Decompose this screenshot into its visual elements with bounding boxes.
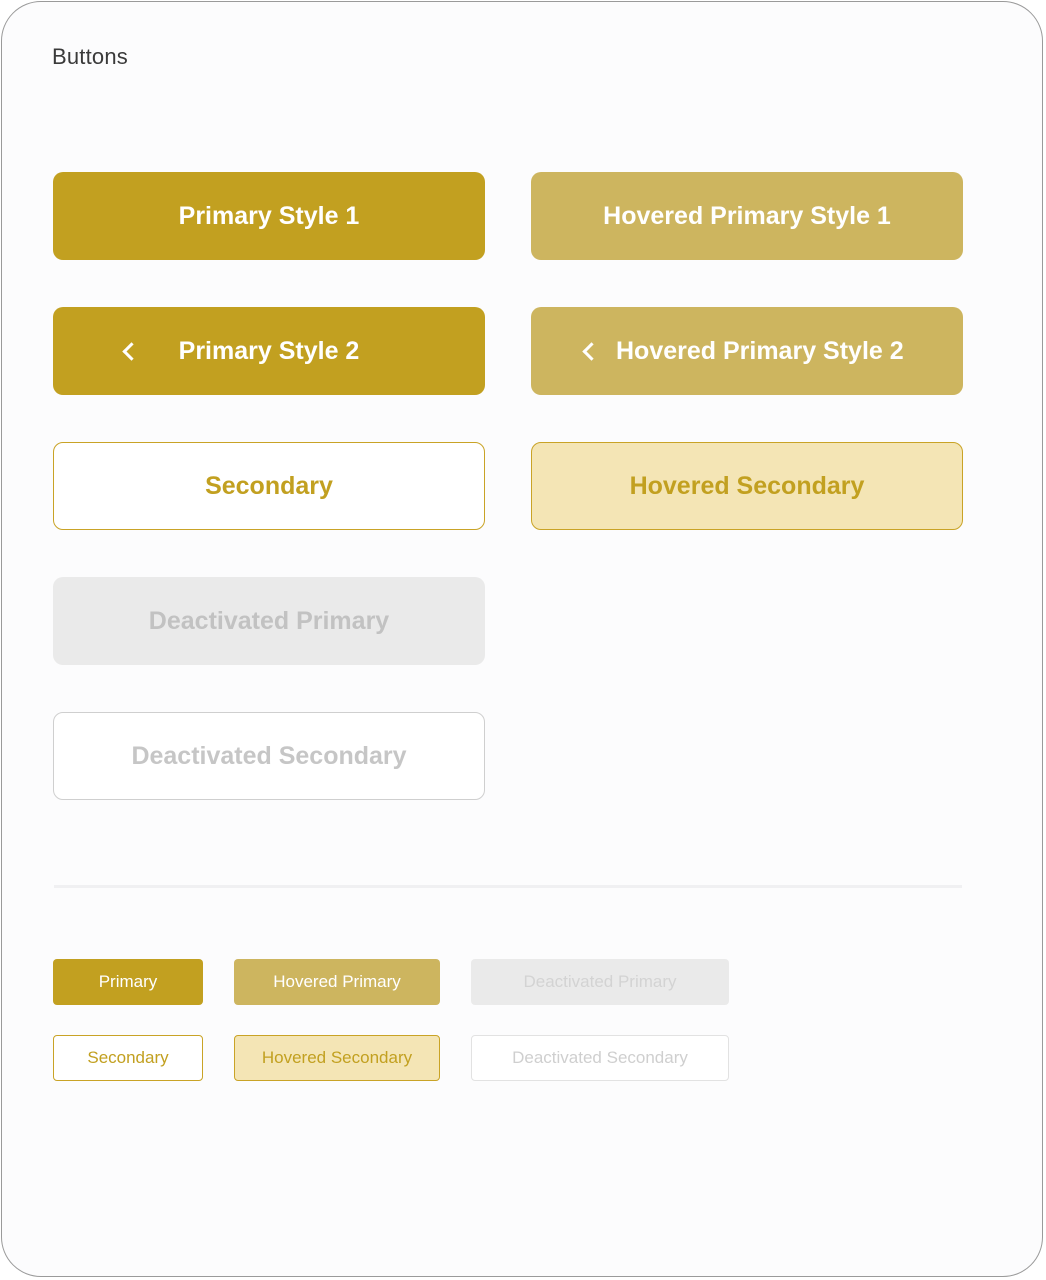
deactivated-primary-button[interactable]: Deactivated Primary <box>53 577 485 665</box>
small-primary-button[interactable]: Primary <box>53 959 203 1005</box>
small-hovered-secondary-button[interactable]: Hovered Secondary <box>234 1035 440 1081</box>
button-label: Secondary <box>87 1048 169 1067</box>
button-label: Primary Style 1 <box>178 201 360 230</box>
secondary-button[interactable]: Secondary <box>53 442 485 530</box>
chevron-left-icon <box>122 342 141 361</box>
primary-style-2-button[interactable]: Primary Style 2 <box>53 307 485 395</box>
hovered-secondary-button[interactable]: Hovered Secondary <box>531 442 963 530</box>
button-label: Deactivated Secondary <box>131 741 407 770</box>
button-label: Deactivated Primary <box>148 606 390 635</box>
small-deactivated-primary-button[interactable]: Deactivated Primary <box>471 959 729 1005</box>
page-title: Buttons <box>52 44 129 69</box>
button-label: Hovered Primary Style 1 <box>603 201 891 230</box>
button-label: Primary Style 2 <box>178 336 360 365</box>
small-secondary-button[interactable]: Secondary <box>53 1035 203 1081</box>
button-label: Primary <box>98 972 158 991</box>
buttons-panel: Buttons Primary Style 1 Hovered Primary … <box>1 1 1043 1277</box>
deactivated-secondary-button[interactable]: Deactivated Secondary <box>53 712 485 800</box>
button-label: Hovered Secondary <box>261 1048 413 1067</box>
button-label: Hovered Secondary <box>629 471 865 500</box>
hovered-primary-style-1-button[interactable]: Hovered Primary Style 1 <box>531 172 963 260</box>
section-divider <box>54 885 962 888</box>
button-label: Secondary <box>205 471 333 500</box>
button-label: Hovered Primary <box>273 972 401 991</box>
button-label: Deactivated Primary <box>523 972 677 991</box>
button-label: Deactivated Secondary <box>512 1048 688 1067</box>
primary-style-1-button[interactable]: Primary Style 1 <box>53 172 485 260</box>
chevron-left-icon <box>582 342 601 361</box>
button-label: Hovered Primary Style 2 <box>616 336 904 365</box>
hovered-primary-style-2-button[interactable]: Hovered Primary Style 2 <box>531 307 963 395</box>
small-deactivated-secondary-button[interactable]: Deactivated Secondary <box>471 1035 729 1081</box>
small-hovered-primary-button[interactable]: Hovered Primary <box>234 959 440 1005</box>
